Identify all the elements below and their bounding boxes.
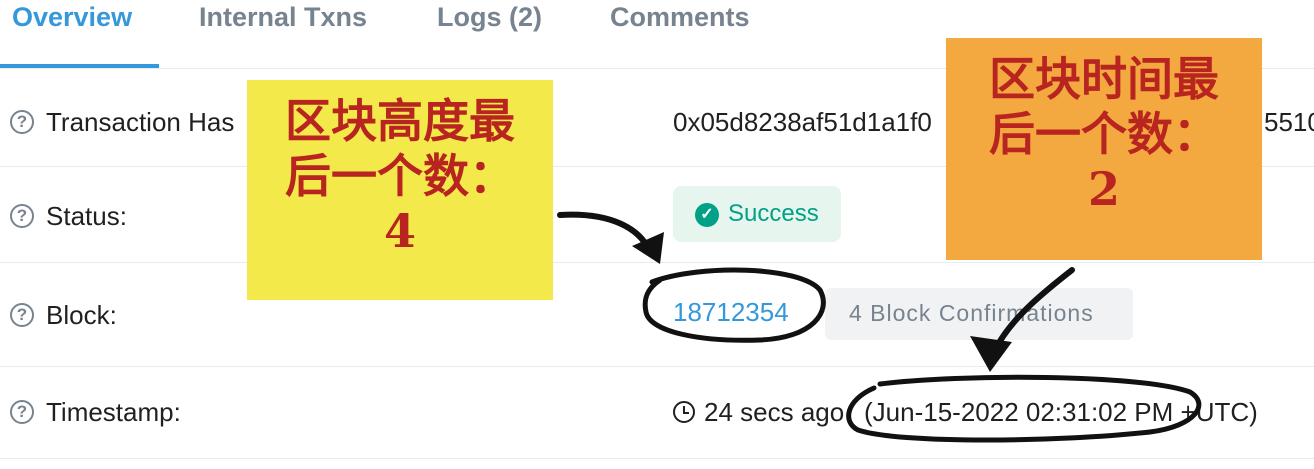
- arrow-to-timestamp: [992, 267, 1075, 353]
- circle-around-block-number: [642, 267, 826, 343]
- circle-around-timestamp: [846, 374, 1202, 443]
- annotation-overlay: [557, 211, 1202, 443]
- arrowhead-to-timestamp: [970, 336, 1012, 372]
